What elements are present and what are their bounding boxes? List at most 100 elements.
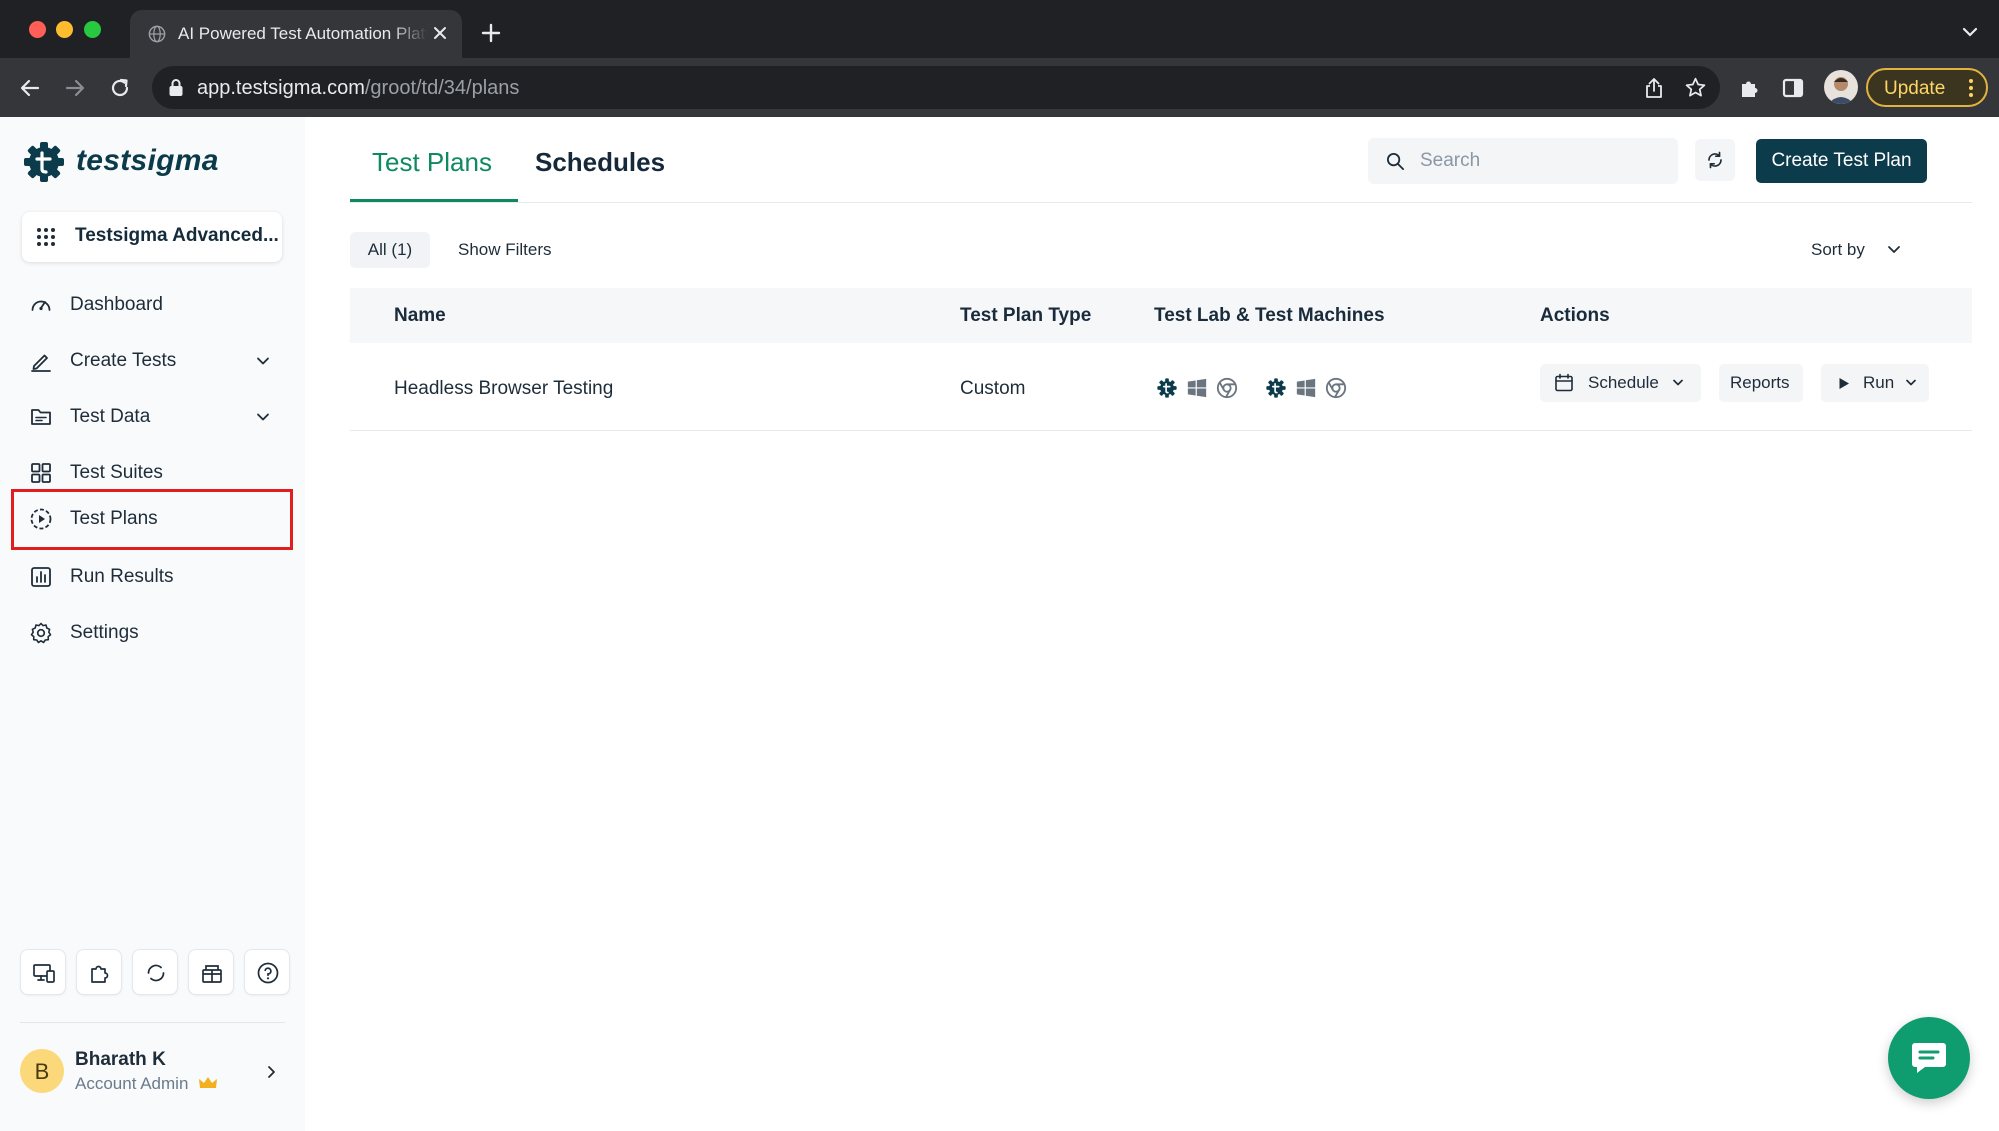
sidebar-item-label: Create Tests — [70, 350, 177, 371]
testsigma-logo-icon — [24, 142, 64, 182]
create-test-plan-button[interactable]: Create Test Plan — [1756, 139, 1927, 183]
url-path: /groot/td/34/plans — [364, 77, 520, 99]
brand-name: testsigma — [76, 144, 219, 177]
test-plan-name[interactable]: Headless Browser Testing — [394, 378, 613, 400]
maximize-window-button[interactable] — [84, 21, 101, 38]
chevron-right-icon — [268, 1066, 275, 1078]
sidebar-divider — [20, 1022, 285, 1023]
column-header-test-lab: Test Lab & Test Machines — [1154, 305, 1385, 326]
chevron-down-icon — [1906, 379, 1916, 386]
show-filters-button[interactable]: Show Filters — [458, 240, 552, 260]
sidebar: testsigma Testsigma Advanced... Dashboar… — [0, 117, 305, 1131]
testsigma-lab-icon — [1266, 378, 1286, 398]
help-tool-button[interactable] — [244, 949, 290, 995]
sidebar-item-settings[interactable]: Settings — [12, 607, 292, 659]
sidebar-item-run-results[interactable]: Run Results — [12, 551, 292, 603]
search-input[interactable] — [1420, 148, 1660, 174]
dashboard-icon — [31, 300, 51, 311]
minimize-window-button[interactable] — [56, 21, 73, 38]
reports-button[interactable]: Reports — [1719, 364, 1803, 402]
chevron-down-icon — [257, 357, 269, 365]
chevron-down-icon[interactable] — [1886, 243, 1902, 257]
chevron-down-icon — [257, 413, 269, 421]
app-window: testsigma Testsigma Advanced... Dashboar… — [0, 117, 1999, 1131]
workspace-switcher[interactable]: Testsigma Advanced... — [22, 212, 282, 262]
close-window-button[interactable] — [29, 21, 46, 38]
table-header: Name Test Plan Type Test Lab & Test Mach… — [350, 288, 1972, 343]
main-content: Test Plans Schedules Create Test Plan Al… — [305, 117, 1999, 1131]
sidebar-item-create-tests[interactable]: Create Tests — [12, 335, 292, 387]
reload-icon[interactable] — [107, 75, 133, 101]
device-tool-button[interactable] — [20, 949, 66, 995]
share-icon[interactable] — [1644, 77, 1664, 99]
forward-arrow-icon[interactable] — [62, 75, 88, 101]
chrome-icon — [1216, 377, 1238, 399]
sidebar-item-test-data[interactable]: Test Data — [12, 391, 292, 443]
avatar-initial: B — [34, 1059, 50, 1084]
refresh-icon — [1708, 151, 1722, 169]
chevron-down-icon — [1673, 379, 1683, 386]
table-row[interactable]: Headless Browser Testing Custom Schedule… — [350, 343, 1972, 431]
profile-photo-icon — [1828, 77, 1854, 104]
addons-tool-button[interactable] — [76, 949, 122, 995]
refresh-circle-icon — [147, 964, 165, 982]
globe-icon — [148, 25, 166, 43]
header-divider — [350, 202, 1972, 203]
search-box — [1368, 138, 1678, 184]
update-browser-button[interactable]: Update — [1866, 68, 1988, 107]
tab-search-chevron-icon[interactable] — [1961, 26, 1979, 38]
user-name: Bharath K — [75, 1049, 166, 1070]
lock-icon — [169, 79, 183, 96]
sidebar-item-label: Run Results — [70, 566, 174, 587]
chat-support-button[interactable] — [1888, 1017, 1970, 1099]
column-header-actions: Actions — [1540, 305, 1610, 326]
brand-logo[interactable]: testsigma — [22, 140, 252, 184]
user-role: Account Admin — [75, 1074, 189, 1093]
profile-avatar[interactable] — [1824, 70, 1858, 104]
sort-by-dropdown[interactable]: Sort by — [1811, 240, 1865, 260]
help-icon — [257, 962, 279, 984]
chat-icon — [1912, 1043, 1946, 1073]
filter-all-chip[interactable]: All (1) — [350, 232, 430, 268]
more-vertical-icon — [1969, 79, 1973, 97]
tab-test-plans[interactable]: Test Plans — [372, 147, 492, 178]
new-tab-icon[interactable] — [480, 22, 502, 44]
device-icon — [33, 964, 55, 983]
gift-icon — [202, 965, 222, 983]
chrome-icon — [1325, 377, 1347, 399]
testsigma-lab-icon — [1157, 378, 1177, 398]
browser-chrome: AI Powered Test Automation Platform — [0, 0, 1999, 117]
folder-icon — [31, 409, 51, 425]
sidebar-item-label: Test Data — [70, 406, 151, 427]
sync-tool-button[interactable] — [132, 949, 178, 995]
url-host: app.testsigma.com — [197, 77, 365, 99]
avatar: B — [20, 1049, 64, 1093]
tab-strip: AI Powered Test Automation Platform — [0, 0, 1999, 58]
whats-new-tool-button[interactable] — [188, 949, 234, 995]
schedule-button[interactable]: Schedule — [1540, 364, 1701, 402]
workspace-name: Testsigma Advanced... — [75, 225, 279, 246]
sidebar-item-label: Settings — [70, 622, 139, 643]
close-tab-icon[interactable] — [430, 23, 450, 43]
browser-toolbar: app.testsigma.com/groot/td/34/plans Upda… — [0, 58, 1999, 117]
star-icon[interactable] — [1684, 76, 1707, 99]
column-header-type: Test Plan Type — [960, 305, 1092, 326]
update-label: Update — [1884, 78, 1946, 99]
url-text: app.testsigma.com/groot/td/34/plans — [197, 77, 519, 100]
extensions-puzzle-icon[interactable] — [1738, 76, 1762, 100]
play-icon — [1839, 378, 1849, 389]
back-arrow-icon[interactable] — [17, 75, 43, 101]
user-profile[interactable]: B Bharath K Account Admin — [20, 1047, 285, 1097]
side-panel-icon[interactable] — [1782, 77, 1804, 99]
browser-tab-title: AI Powered Test Automation Platform — [178, 24, 428, 43]
windows-icon — [1187, 378, 1207, 398]
pencil-icon — [31, 354, 51, 372]
sidebar-item-dashboard[interactable]: Dashboard — [12, 279, 292, 331]
browser-tab[interactable]: AI Powered Test Automation Platform — [130, 10, 462, 58]
run-button[interactable]: Run — [1821, 364, 1929, 402]
tab-schedules[interactable]: Schedules — [535, 147, 665, 178]
refresh-button[interactable] — [1695, 139, 1735, 181]
sidebar-item-label: Test Suites — [70, 462, 163, 483]
address-bar[interactable]: app.testsigma.com/groot/td/34/plans — [152, 66, 1720, 109]
puzzle-icon — [91, 965, 109, 983]
